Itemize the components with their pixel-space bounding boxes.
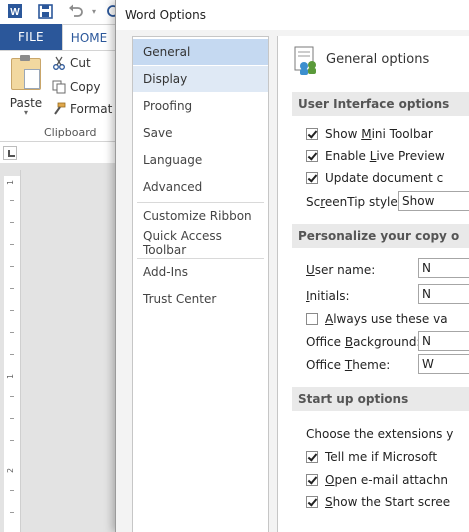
word-app-icon: W bbox=[6, 2, 24, 20]
office-background-label: Office Background: bbox=[306, 335, 421, 349]
checkbox-checked[interactable] bbox=[306, 172, 318, 184]
nav-item-general[interactable]: General bbox=[133, 39, 268, 65]
section-startup: Start up options bbox=[292, 387, 469, 411]
section-personalize: Personalize your copy o bbox=[292, 224, 469, 248]
checkbox-label: Show Mini Toolbar bbox=[325, 127, 433, 141]
nav-item-advanced[interactable]: Advanced bbox=[133, 174, 268, 200]
clipboard-group-label: Clipboard bbox=[44, 126, 97, 139]
checkbox-checked[interactable] bbox=[306, 128, 318, 140]
nav-item-add-ins[interactable]: Add-Ins bbox=[133, 259, 268, 285]
checkbox-checked[interactable] bbox=[306, 451, 318, 463]
ruler-number: 1 bbox=[6, 179, 16, 186]
home-tab[interactable]: HOME bbox=[62, 24, 116, 50]
options-nav: General Display Proofing Save Language A… bbox=[132, 36, 269, 532]
checkbox-label: Always use these va bbox=[325, 312, 448, 326]
undo-icon[interactable] bbox=[66, 2, 86, 20]
checkbox-label: Enable Live Preview bbox=[325, 149, 445, 163]
general-options-heading: General options bbox=[326, 52, 430, 67]
copy-label: Copy bbox=[70, 80, 101, 94]
section-user-interface: User Interface options bbox=[292, 92, 469, 116]
checkbox-unchecked[interactable] bbox=[306, 313, 318, 325]
enable-live-preview-checkbox[interactable]: Enable Live Preview bbox=[306, 146, 445, 166]
nav-item-language[interactable]: Language bbox=[133, 147, 268, 173]
initials-input[interactable]: N bbox=[418, 284, 469, 304]
scissors-icon bbox=[52, 56, 66, 70]
format-painter-button[interactable]: Format P bbox=[52, 99, 123, 119]
nav-item-customize-ribbon[interactable]: Customize Ribbon bbox=[133, 203, 268, 229]
word-options-dialog: Word Options General Display Proofing Sa… bbox=[115, 0, 469, 532]
cut-label: Cut bbox=[70, 56, 91, 70]
choose-extensions-text: Choose the extensions y bbox=[306, 427, 454, 441]
clipboard-icon bbox=[11, 55, 41, 90]
checkbox-label: Open e-mail attachn bbox=[325, 473, 449, 487]
nav-item-display[interactable]: Display bbox=[133, 66, 268, 92]
ruler-number: 2 bbox=[6, 467, 16, 474]
user-name-input[interactable]: N bbox=[418, 258, 469, 278]
user-name-label: User name: bbox=[306, 263, 376, 277]
paintbrush-icon bbox=[52, 102, 66, 116]
nav-item-quick-access-toolbar[interactable]: Quick Access Toolbar bbox=[133, 229, 268, 257]
save-icon[interactable] bbox=[36, 2, 54, 20]
undo-dropdown-icon[interactable]: ▾ bbox=[90, 2, 98, 20]
checkbox-checked[interactable] bbox=[306, 150, 318, 162]
copy-button[interactable]: Copy bbox=[52, 77, 100, 97]
office-theme-select[interactable]: W bbox=[418, 354, 469, 374]
initials-label: Initials: bbox=[306, 289, 350, 303]
office-background-select[interactable]: N bbox=[418, 331, 469, 351]
always-use-values-checkbox[interactable]: Always use these va bbox=[306, 309, 448, 329]
show-start-screen-checkbox[interactable]: Show the Start scree bbox=[306, 492, 450, 512]
screentip-style-label: ScreenTip style: bbox=[306, 195, 402, 209]
update-document-checkbox[interactable]: Update document c bbox=[306, 168, 443, 188]
svg-text:W: W bbox=[10, 7, 20, 18]
show-mini-toolbar-checkbox[interactable]: Show Mini Toolbar bbox=[306, 124, 433, 144]
office-theme-label: Office Theme: bbox=[306, 358, 391, 372]
nav-item-save[interactable]: Save bbox=[133, 120, 268, 146]
file-tab[interactable]: FILE bbox=[0, 24, 62, 50]
screentip-style-select[interactable]: Show bbox=[398, 191, 469, 211]
cut-button[interactable]: Cut bbox=[52, 53, 91, 73]
options-content: General options User Interface options S… bbox=[277, 36, 469, 532]
tell-me-default-checkbox[interactable]: Tell me if Microsoft bbox=[306, 447, 437, 467]
nav-item-trust-center[interactable]: Trust Center bbox=[133, 286, 268, 312]
checkbox-checked[interactable] bbox=[306, 474, 318, 486]
checkbox-label: Tell me if Microsoft bbox=[325, 450, 438, 464]
vertical-ruler[interactable]: 1 1 2 bbox=[4, 170, 21, 532]
checkbox-label: Update document c bbox=[325, 171, 444, 185]
tab-selector[interactable] bbox=[3, 146, 17, 160]
checkbox-label: Show the Start scree bbox=[325, 495, 451, 509]
ruler-number: 1 bbox=[6, 373, 16, 380]
checkbox-checked[interactable] bbox=[306, 496, 318, 508]
dialog-title: Word Options bbox=[116, 0, 469, 30]
nav-item-proofing[interactable]: Proofing bbox=[133, 93, 268, 119]
paste-button[interactable]: Paste ▾ bbox=[8, 55, 44, 118]
general-options-icon bbox=[292, 46, 320, 76]
open-email-attachments-checkbox[interactable]: Open e-mail attachn bbox=[306, 470, 448, 490]
copy-icon bbox=[52, 80, 66, 94]
